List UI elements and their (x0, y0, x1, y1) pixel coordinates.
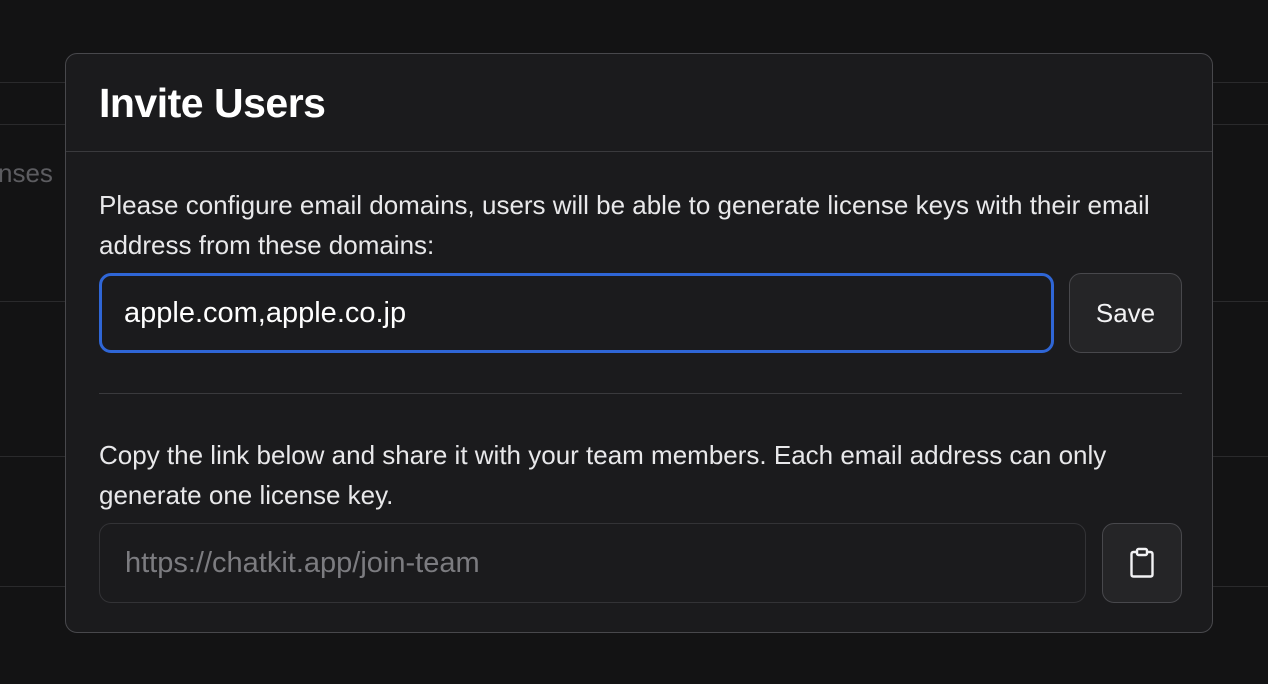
link-description: Copy the link below and share it with yo… (99, 440, 1107, 510)
domains-description: Please configure email domains, users wi… (99, 190, 1150, 260)
clipboard-icon (1129, 547, 1155, 579)
save-button[interactable]: Save (1069, 273, 1182, 353)
dialog-header: Invite Users (66, 54, 1212, 152)
copy-link-button[interactable] (1102, 523, 1182, 603)
background-partial-text: nses (0, 158, 53, 188)
invite-link-field[interactable] (99, 523, 1086, 603)
email-domains-input[interactable] (99, 273, 1054, 353)
invite-users-dialog: Invite Users Please configure email doma… (65, 53, 1213, 633)
dialog-title: Invite Users (99, 80, 326, 126)
section-divider (99, 393, 1182, 394)
